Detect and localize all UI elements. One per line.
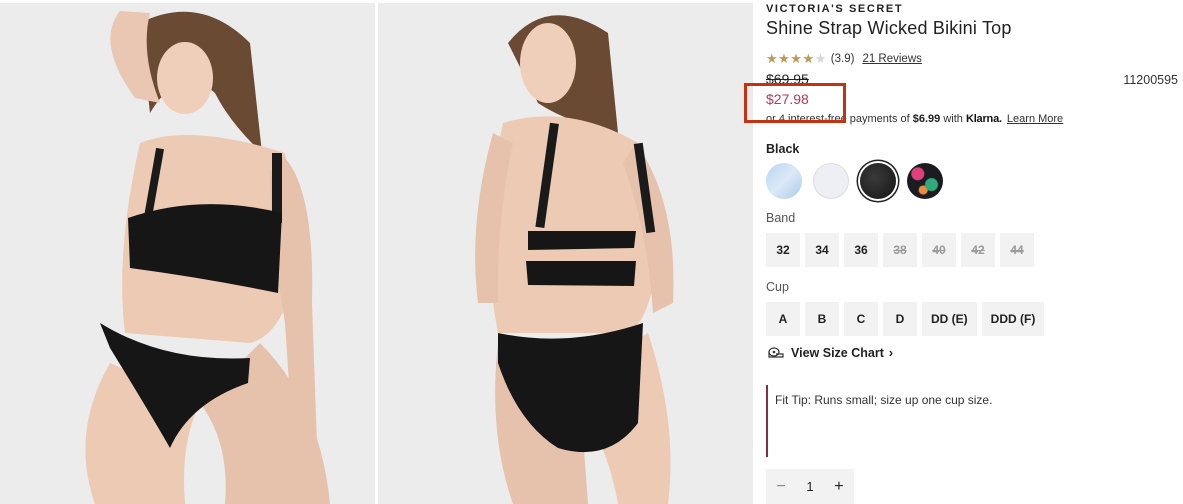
color-swatch-light-blue[interactable] — [766, 163, 802, 199]
color-swatch-black[interactable] — [860, 163, 896, 199]
increase-quantity-button[interactable]: + — [834, 478, 843, 496]
chevron-right-icon: › — [888, 346, 894, 360]
price-highlight-annotation — [744, 83, 846, 123]
band-size-button[interactable]: 36 — [844, 233, 878, 267]
product-image-back[interactable] — [378, 3, 753, 504]
brand-name: VICTORIA'S SECRET — [766, 3, 904, 15]
fit-tip: Fit Tip: Runs small; size up one cup siz… — [766, 385, 1066, 457]
model-front-illustration — [0, 3, 375, 504]
model-back-illustration — [378, 3, 753, 504]
cup-size-button[interactable]: C — [844, 302, 878, 336]
product-details-panel: VICTORIA'S SECRET Shine Strap Wicked Bik… — [744, 0, 1183, 504]
quantity-stepper: − 1 + — [766, 469, 854, 504]
view-size-chart-label: View Size Chart — [791, 346, 884, 360]
band-size-row: 32 34 36 38 40 42 44 — [766, 233, 1039, 267]
product-sku: 11200595 — [1123, 73, 1178, 87]
band-size-button-unavailable[interactable]: 38 — [883, 233, 917, 267]
measuring-tape-icon — [768, 347, 784, 358]
cup-size-row: A B C D DD (E) DDD (F) — [766, 302, 1049, 336]
klarna-amount: $6.99 — [912, 113, 941, 125]
klarna-logo: Klarna. — [965, 113, 1002, 125]
rating-row: ★★★★★ ★★★★★ (3.9) 21 Reviews — [766, 52, 922, 66]
reviews-link[interactable]: 21 Reviews — [862, 53, 921, 65]
color-swatch-row — [766, 163, 954, 199]
band-size-button-unavailable[interactable]: 42 — [961, 233, 995, 267]
rating-value: (3.9) — [830, 53, 855, 65]
view-size-chart-link[interactable]: View Size Chart › — [768, 346, 893, 360]
band-label: Band — [766, 211, 796, 225]
color-swatch-white[interactable] — [813, 163, 849, 199]
band-size-button[interactable]: 34 — [805, 233, 839, 267]
cup-size-button[interactable]: A — [766, 302, 800, 336]
band-size-button[interactable]: 32 — [766, 233, 800, 267]
product-title: Shine Strap Wicked Bikini Top — [766, 18, 1012, 38]
cup-label: Cup — [766, 280, 789, 294]
cup-size-button[interactable]: D — [883, 302, 917, 336]
band-size-button-unavailable[interactable]: 44 — [1000, 233, 1034, 267]
selected-color-label: Black — [766, 142, 800, 156]
decrease-quantity-button[interactable]: − — [776, 478, 785, 496]
cup-size-button[interactable]: DD (E) — [922, 302, 977, 336]
learn-more-link[interactable]: Learn More — [1007, 113, 1063, 125]
rating-stars-icon: ★★★★★ ★★★★★ — [766, 51, 827, 66]
band-size-button-unavailable[interactable]: 40 — [922, 233, 956, 267]
product-image-front[interactable] — [0, 3, 375, 504]
color-swatch-floral-print[interactable] — [907, 163, 943, 199]
cup-size-button[interactable]: DDD (F) — [981, 302, 1045, 336]
quantity-value: 1 — [806, 479, 814, 494]
klarna-middle: with — [940, 113, 966, 125]
cup-size-button[interactable]: B — [805, 302, 839, 336]
